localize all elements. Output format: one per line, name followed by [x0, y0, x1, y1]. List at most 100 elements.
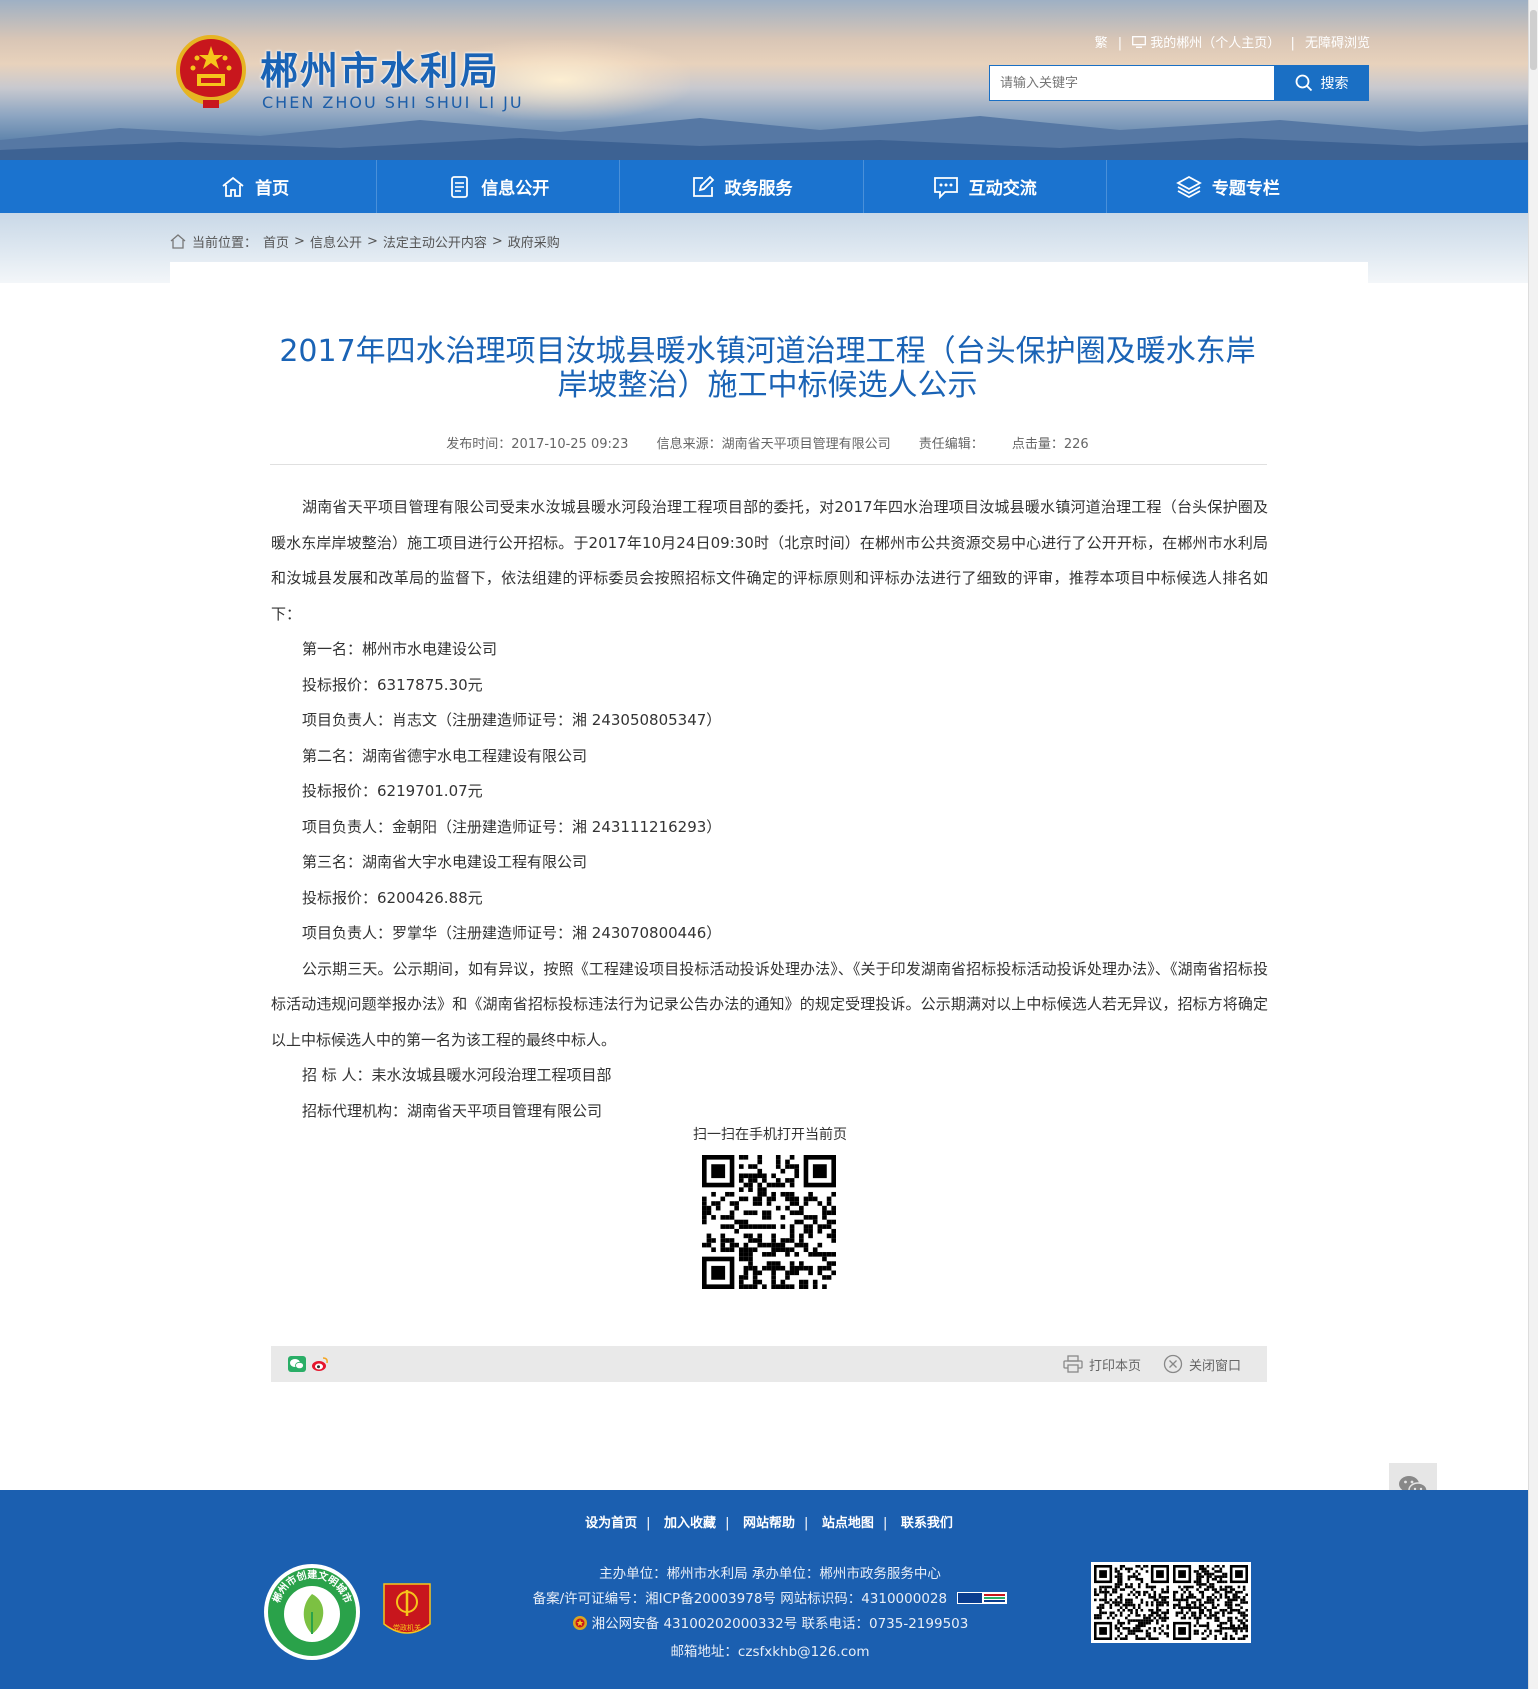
breadcrumb-statutory[interactable]: 法定主动公开内容 [383, 232, 487, 251]
page-scrollbar[interactable] [1528, 0, 1538, 1689]
nav-item-interaction[interactable]: 互动交流 [864, 160, 1107, 213]
cn-gov-badge-icon[interactable] [957, 1592, 1008, 1604]
qr-caption: 扫一扫在手机打开当前页 [693, 1127, 847, 1143]
my-chenzhou-label: 我的郴州（个人主页） [1150, 36, 1281, 51]
footer-sponsor: 主办单位：郴州市水利局 承办单位：郴州市政务服务中心 [599, 1566, 941, 1582]
scrollbar-thumb[interactable] [1530, 10, 1537, 70]
footer-link-favorite[interactable]: 加入收藏 [664, 1516, 716, 1531]
home-icon [222, 176, 244, 197]
body-paragraph: 招 标 人：耒水汝城县暖水河段治理工程项目部 [302, 1066, 612, 1084]
breadcrumb-prefix: 当前位置： [192, 236, 258, 251]
breadcrumb-separator: > [366, 234, 378, 249]
article-title: 2017年四水治理项目汝城县暖水镇河道治理工程（台头保护圈及暖水东岸岸坡整治）施… [279, 334, 1256, 403]
breadcrumb-procurement[interactable]: 政府采购 [508, 232, 560, 251]
monitor-icon [1132, 36, 1147, 48]
wechat-share-icon[interactable] [288, 1356, 306, 1372]
nav-label: 首页 [255, 179, 290, 199]
nav-item-home[interactable]: 首页 [134, 160, 378, 213]
site-subtitle: CHEN ZHOU SHI SHUI LI JU [262, 93, 524, 112]
body-paragraph: 项目负责人：肖志文（注册建造师证号：湘 243050805347） [302, 711, 722, 729]
responsible-editor: 责任编辑： [918, 437, 984, 452]
document-icon [451, 175, 469, 198]
search-icon [1295, 74, 1312, 92]
body-paragraph: 第一名：郴州市水电建设公司 [302, 640, 498, 658]
info-source: 信息来源：湖南省天平项目管理有限公司 [656, 437, 891, 452]
footer-icp: 备案/许可证编号：湘ICP备20003978号 网站标识码：4310000028 [470, 1587, 1070, 1607]
nav-label: 专题专栏 [1211, 179, 1280, 199]
top-links: 繁 | 我的郴州（个人主页） | 无障碍浏览 [1050, 32, 1370, 51]
body-paragraph: 投标报价：6200426.88元 [302, 888, 483, 907]
footer-link-set-home[interactable]: 设为首页 [585, 1516, 637, 1531]
print-button[interactable]: 打印本页 [1063, 1346, 1141, 1382]
breadcrumb-separator: > [491, 234, 503, 249]
breadcrumb-home[interactable]: 首页 [263, 232, 289, 251]
weibo-share-icon[interactable] [311, 1356, 329, 1372]
footer-qr-code-1 [1091, 1562, 1172, 1643]
body-paragraph: 第二名：湖南省德宇水电工程建设有限公司 [302, 746, 588, 765]
body-paragraph: 投标报价：6219701.07元 [302, 782, 483, 800]
footer-police: 湘公网安备 43100202000332号 联系电话：0735-2199503 [470, 1612, 1070, 1632]
qr-code-icon [1173, 1565, 1248, 1640]
nav-item-special-topics[interactable]: 专题专栏 [1107, 160, 1349, 213]
nav-item-gov-service[interactable]: 政务服务 [620, 160, 864, 213]
printer-icon [1063, 1355, 1083, 1373]
nav-item-info-public[interactable]: 信息公开 [377, 160, 621, 213]
close-icon [1163, 1354, 1183, 1374]
site-footer: 设为首页 | 加入收藏 | 网站帮助 | 站点地图 | 联系我们 主办单位：郴州市水利局… [0, 1490, 1538, 1689]
edit-icon [692, 175, 714, 197]
traditional-chinese-link[interactable]: 繁 [1095, 32, 1108, 51]
search-button-label: 搜索 [1320, 76, 1349, 92]
print-label: 打印本页 [1089, 1358, 1142, 1374]
footer-police-text[interactable]: 湘公网安备 43100202000332号 联系电话：0735-2199503 [592, 1616, 969, 1632]
accessible-browse-link[interactable]: 无障碍浏览 [1305, 32, 1370, 51]
body-paragraph: 第三名：湖南省大宇水电建设工程有限公司 [302, 853, 588, 871]
search-box: 搜索 [989, 65, 1369, 101]
footer-icp-text[interactable]: 备案/许可证编号：湘ICP备20003978号 网站标识码：4310000028 [533, 1591, 948, 1607]
title-divider [270, 464, 1267, 465]
nav-label: 互动交流 [968, 179, 1037, 199]
party-gov-badge-icon[interactable]: 党政机关 [380, 1580, 434, 1644]
page-qr-code [702, 1155, 836, 1289]
search-button[interactable]: 搜索 [1274, 65, 1369, 101]
footer-link-help[interactable]: 网站帮助 [743, 1516, 795, 1531]
separator: | [646, 1516, 651, 1531]
body-paragraph: 项目负责人：罗掌华（注册建造师证号：湘 243070800446） [302, 924, 722, 942]
separator: | [725, 1516, 730, 1531]
body-paragraph: 项目负责人：金朝阳（注册建造师证号：湘 243111216293） [302, 817, 722, 836]
qr-code-icon [1094, 1565, 1169, 1640]
footer-qr-code-2 [1170, 1562, 1251, 1643]
article-meta: 发布时间：2017-10-25 09:23 信息来源：湖南省天平项目管理有限公司… [270, 433, 1265, 452]
close-window-button[interactable]: 关闭窗口 [1163, 1346, 1241, 1382]
breadcrumb: 当前位置： 首页 > 信息公开 > 法定主动公开内容 > 政府采购 [170, 232, 560, 251]
nav-label: 信息公开 [481, 179, 550, 199]
separator: | [1117, 36, 1123, 51]
search-input[interactable] [989, 65, 1293, 101]
separator: | [1290, 36, 1295, 51]
layers-icon [1176, 175, 1202, 198]
footer-link-sitemap[interactable]: 站点地图 [822, 1516, 874, 1531]
separator: | [804, 1516, 809, 1531]
breadcrumb-separator: > [294, 234, 305, 249]
breadcrumb-info-public[interactable]: 信息公开 [310, 232, 362, 251]
civilized-city-badge-icon[interactable]: 郴州市创建文明城市 [262, 1562, 362, 1662]
footer-links: 设为首页 | 加入收藏 | 网站帮助 | 站点地图 | 联系我们 [0, 1512, 1538, 1531]
police-badge-icon [572, 1616, 587, 1630]
chat-icon [933, 176, 958, 199]
body-paragraph: 投标报价：6317875.30元 [302, 675, 483, 694]
body-paragraph: 湖南省天平项目管理有限公司受耒水汝城县暖水河段治理工程项目部的委托，对2017年… [271, 498, 1268, 623]
main-nav: 首页 信息公开 政务服务 互动交流 专题专栏 [0, 160, 1538, 213]
body-paragraph: 公示期三天。公示期间，如有异议，按照《工程建设项目投标活动投诉处理办法》、《关于… [271, 959, 1268, 1049]
home-icon [170, 234, 186, 249]
footer-email: 邮箱地址：czsfxkhb@126.com [670, 1644, 870, 1660]
national-emblem-icon [176, 35, 246, 108]
publish-time: 发布时间：2017-10-25 09:23 [446, 437, 629, 452]
footer-link-contact[interactable]: 联系我们 [901, 1516, 953, 1531]
site-title: 郴州市水利局 [260, 49, 501, 93]
share-bar: 打印本页 关闭窗口 [271, 1346, 1267, 1382]
click-count: 点击量：226 [1011, 437, 1089, 452]
nav-label: 政务服务 [724, 179, 793, 199]
close-label: 关闭窗口 [1189, 1358, 1242, 1374]
my-chenzhou-link[interactable]: 我的郴州（个人主页） [1132, 32, 1280, 51]
party-gov-badge-text: 党政机关 [393, 1623, 421, 1632]
article-body: 湖南省天平项目管理有限公司受耒水汝城县暖水河段治理工程项目部的委托，对2017年… [271, 490, 1268, 1129]
